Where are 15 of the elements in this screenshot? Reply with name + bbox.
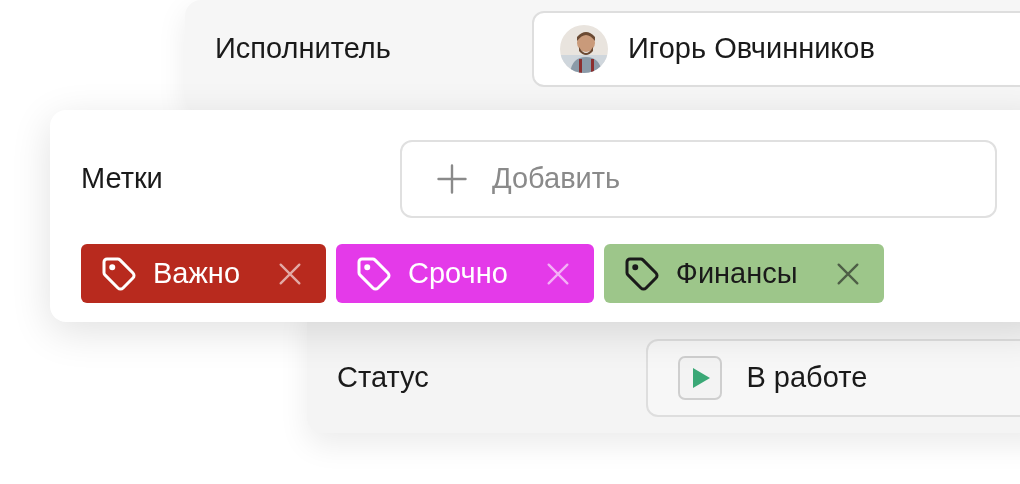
tag-label: Финансы: [675, 255, 798, 291]
status-value: В работе: [746, 359, 868, 395]
plus-icon: [434, 161, 470, 197]
field-label: Статус: [337, 359, 430, 395]
field-label: Метки: [81, 161, 164, 197]
status-field[interactable]: В работе: [646, 338, 1020, 417]
assignee-field[interactable]: Игорь Овчинников: [531, 11, 1020, 87]
tag-icon: [356, 255, 392, 292]
tag-icon: [623, 255, 660, 292]
tag-label: Важно: [153, 255, 240, 291]
tag-label: Срочно: [408, 255, 508, 291]
play-icon: [678, 355, 723, 400]
tag-icon: [101, 255, 137, 292]
field-label: Исполнитель: [215, 31, 392, 67]
assignee-name: Игорь Овчинников: [627, 31, 875, 67]
